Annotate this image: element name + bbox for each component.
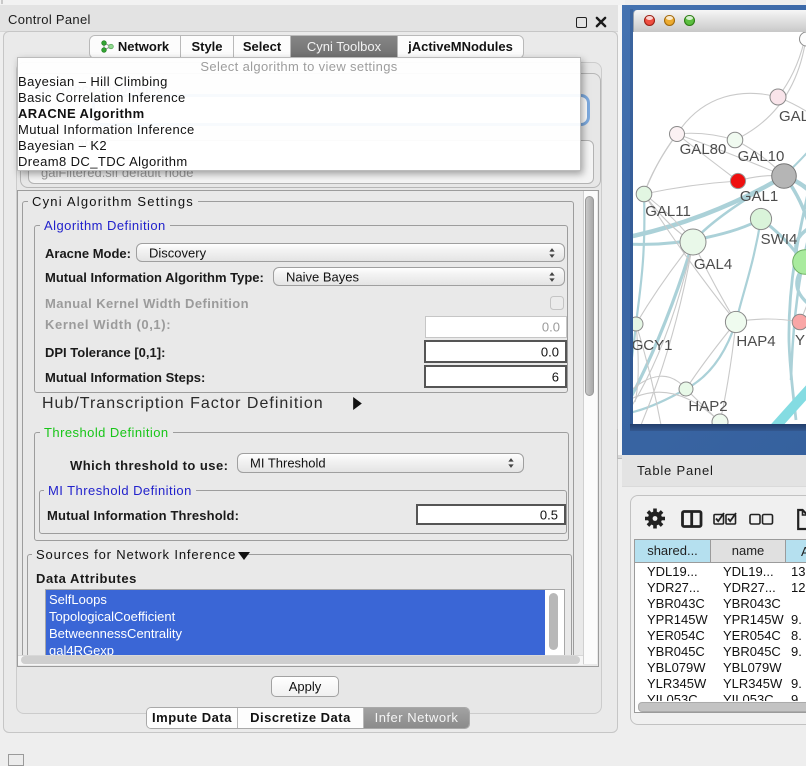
svg-text:GAL1: GAL1 <box>740 188 778 205</box>
svg-text:GCY1: GCY1 <box>633 337 672 354</box>
svg-text:HAP4: HAP4 <box>736 333 775 350</box>
svg-text:Y: Y <box>795 332 805 349</box>
svg-text:GAL80: GAL80 <box>680 141 727 158</box>
svg-text:SWI4: SWI4 <box>761 231 798 248</box>
svg-text:GAL10: GAL10 <box>738 148 785 165</box>
svg-text:GAL2: GAL2 <box>779 108 806 125</box>
svg-text:HAP2: HAP2 <box>688 398 727 415</box>
svg-text:GAL11: GAL11 <box>645 203 691 220</box>
svg-text:GAL4: GAL4 <box>694 256 732 273</box>
